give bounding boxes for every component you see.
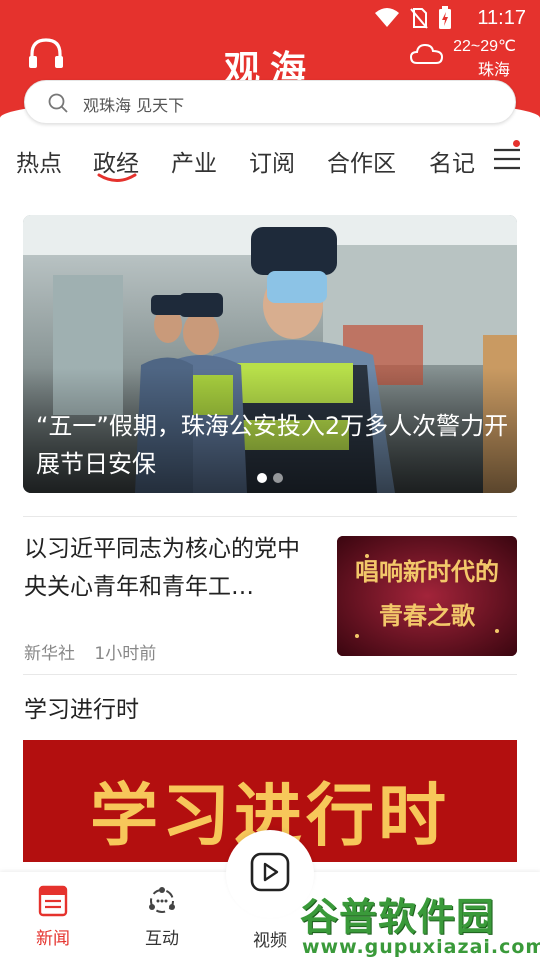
- article-thumbnail[interactable]: 唱响新时代的青春之歌: [337, 536, 517, 656]
- menu-icon: [494, 148, 520, 170]
- status-icons: [374, 6, 452, 30]
- weather-widget[interactable]: 22~29℃ 珠海: [410, 36, 516, 82]
- notification-dot: [513, 140, 520, 147]
- channel-menu-button[interactable]: [482, 140, 532, 180]
- search-bar[interactable]: 观珠海 见天下: [24, 80, 516, 124]
- no-sim-icon: [410, 8, 428, 29]
- nav-interact[interactable]: 互动: [122, 884, 202, 949]
- tab-subscribe[interactable]: 订阅: [249, 144, 295, 178]
- tab-cooperation-zone[interactable]: 合作区: [327, 144, 396, 178]
- section-title[interactable]: 学习进行时: [24, 690, 139, 724]
- article-source: 新华社: [24, 644, 75, 664]
- tab-hot[interactable]: 热点: [16, 144, 62, 178]
- wifi-icon: [375, 8, 399, 27]
- article-title[interactable]: 以习近平同志为核心的党中央关心青年和青年工…: [24, 530, 314, 606]
- watermark-sub: www.gupuxiazai.com: [302, 936, 540, 958]
- tab-reporters[interactable]: 名记: [429, 144, 475, 178]
- article-meta: 新华社 1小时前: [24, 639, 170, 664]
- interact-icon: [149, 887, 175, 913]
- category-tabs: 热点 政经 产业 订阅 合作区 名记: [0, 140, 540, 190]
- weather-temperature: 22~29℃: [453, 38, 516, 55]
- thumbnail-text: 唱响新时代的青春之歌: [355, 557, 499, 630]
- tab-selected-indicator: [97, 173, 137, 182]
- article-time: 1小时前: [94, 644, 157, 664]
- status-time: 11:17: [477, 7, 526, 29]
- news-icon: [38, 885, 68, 917]
- carousel-dot[interactable]: [273, 473, 283, 483]
- battery-charging-icon: [439, 6, 451, 29]
- divider: [23, 516, 517, 517]
- search-placeholder: 观珠海 见天下: [83, 96, 185, 115]
- nav-interact-label: 互动: [145, 929, 179, 949]
- tab-industry[interactable]: 产业: [171, 144, 217, 178]
- watermark: 谷普软件园 www.gupuxiazai.com: [296, 884, 540, 960]
- status-bar: 11:17: [0, 0, 540, 36]
- hero-carousel[interactable]: “五一”假期，珠海公安投入2万多人次警力开展节日安保: [23, 215, 517, 493]
- hero-caption: “五一”假期，珠海公安投入2万多人次警力开展节日安保: [36, 412, 509, 478]
- nav-news[interactable]: 新闻: [13, 884, 93, 949]
- cloud-icon: [410, 43, 444, 64]
- weather-city: 珠海: [477, 60, 510, 79]
- watermark-main: 谷普软件园: [300, 895, 496, 939]
- search-icon: [48, 93, 68, 113]
- carousel-dots: [257, 473, 283, 483]
- divider: [23, 674, 517, 675]
- carousel-dot-active[interactable]: [257, 473, 267, 483]
- nav-news-label: 新闻: [36, 929, 70, 949]
